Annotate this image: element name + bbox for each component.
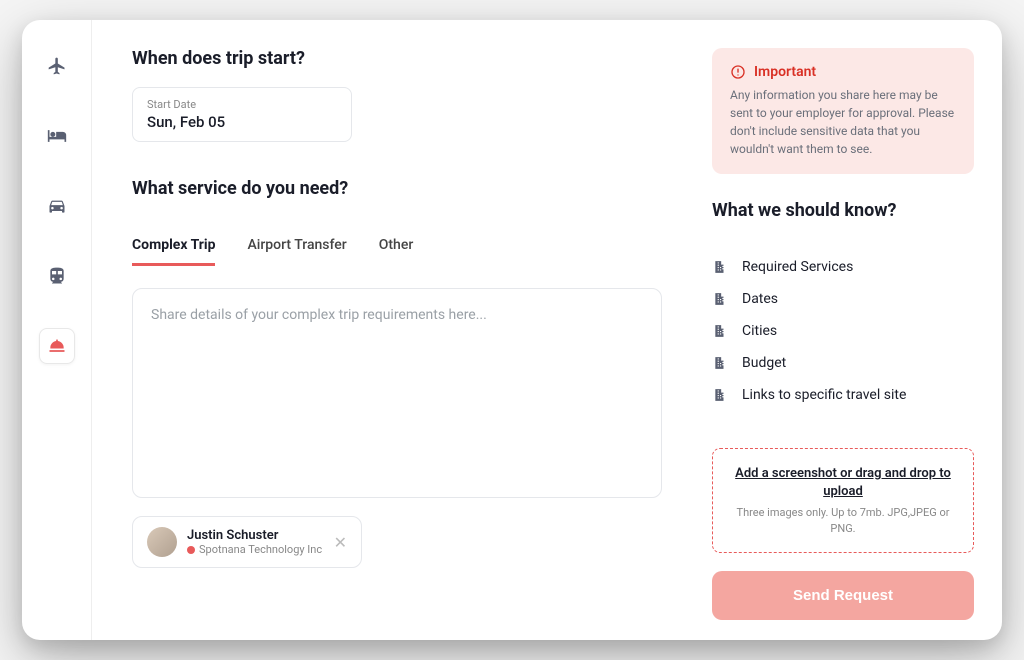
know-item-label: Cities — [742, 323, 777, 339]
building-icon — [712, 355, 728, 371]
building-icon — [712, 291, 728, 307]
sidebar-item-rail[interactable] — [39, 258, 75, 294]
send-request-button[interactable]: Send Request — [712, 571, 974, 620]
sidebar-item-hotels[interactable] — [39, 118, 75, 154]
alert-body: Any information you share here may be se… — [730, 86, 956, 158]
train-icon — [47, 266, 67, 286]
warning-icon — [730, 64, 746, 80]
tab-other[interactable]: Other — [379, 237, 414, 266]
company-dot-icon — [187, 546, 195, 554]
sidebar-item-flights[interactable] — [39, 48, 75, 84]
know-list: Required Services Dates Cities Budget Li… — [712, 259, 974, 403]
alert-title: Important — [754, 64, 816, 80]
bell-icon — [47, 336, 67, 356]
service-tabs: Complex Trip Airport Transfer Other — [132, 237, 662, 266]
know-item-label: Budget — [742, 355, 786, 371]
upload-zone[interactable]: Add a screenshot or drag and drop to upl… — [712, 448, 974, 553]
alert-title-row: Important — [730, 64, 956, 80]
user-name: Justin Schuster — [187, 528, 324, 544]
building-icon — [712, 387, 728, 403]
know-item: Cities — [712, 323, 974, 339]
building-icon — [712, 259, 728, 275]
sidebar-item-cars[interactable] — [39, 188, 75, 224]
tab-airport-transfer[interactable]: Airport Transfer — [247, 237, 346, 266]
main-content: When does trip start? Start Date Sun, Fe… — [92, 20, 702, 640]
upload-title: Add a screenshot or drag and drop to upl… — [725, 465, 961, 501]
trip-start-title: When does trip start? — [132, 48, 662, 69]
service-title: What service do you need? — [132, 178, 662, 199]
details-textarea[interactable] — [132, 288, 662, 498]
important-alert: Important Any information you share here… — [712, 48, 974, 174]
user-company-label: Spotnana Technology Inc — [199, 543, 322, 556]
user-info: Justin Schuster Spotnana Technology Inc — [187, 528, 324, 557]
know-item-label: Required Services — [742, 259, 853, 275]
start-date-label: Start Date — [147, 98, 337, 111]
know-item-label: Links to specific travel site — [742, 387, 906, 403]
building-icon — [712, 323, 728, 339]
bed-icon — [47, 126, 67, 146]
car-icon — [47, 196, 67, 216]
start-date-value: Sun, Feb 05 — [147, 113, 337, 131]
upload-sub: Three images only. Up to 7mb. JPG,JPEG o… — [725, 505, 961, 536]
sidebar-item-concierge[interactable] — [39, 328, 75, 364]
avatar — [147, 527, 177, 557]
right-column: Important Any information you share here… — [702, 20, 1002, 640]
know-item: Required Services — [712, 259, 974, 275]
app-window: When does trip start? Start Date Sun, Fe… — [22, 20, 1002, 640]
user-company: Spotnana Technology Inc — [187, 543, 324, 556]
sidebar — [22, 20, 92, 640]
know-item: Budget — [712, 355, 974, 371]
airplane-icon — [47, 56, 67, 76]
know-item: Dates — [712, 291, 974, 307]
tab-complex-trip[interactable]: Complex Trip — [132, 237, 215, 266]
know-title: What we should know? — [712, 200, 974, 221]
close-icon[interactable]: ✕ — [334, 533, 347, 552]
start-date-field[interactable]: Start Date Sun, Feb 05 — [132, 87, 352, 142]
know-item: Links to specific travel site — [712, 387, 974, 403]
user-chip[interactable]: Justin Schuster Spotnana Technology Inc … — [132, 516, 362, 568]
know-item-label: Dates — [742, 291, 778, 307]
